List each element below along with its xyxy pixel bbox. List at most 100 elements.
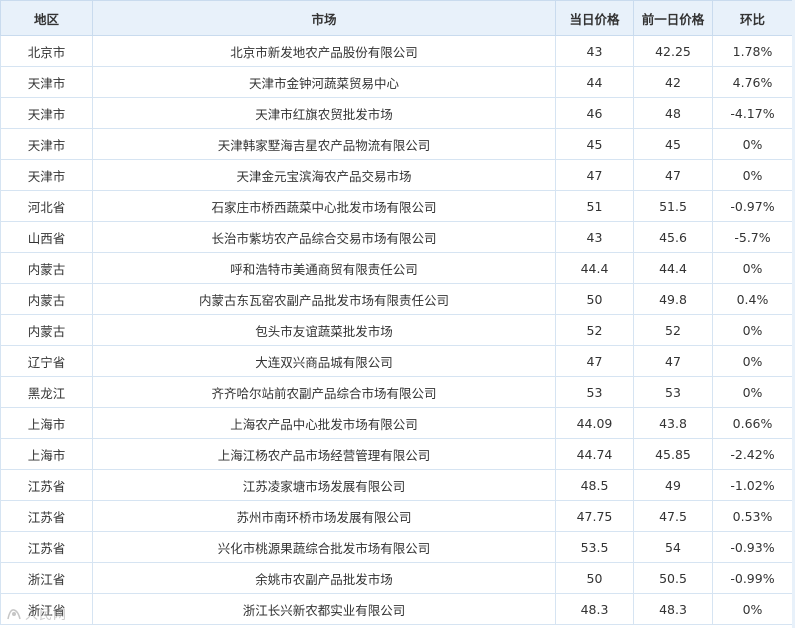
- cell-today-price: 47: [555, 345, 634, 377]
- table-row: 浙江省 余姚市农副产品批发市场 50 50.5 -0.99%: [0, 562, 793, 594]
- cell-change-ratio: 1.78%: [712, 35, 793, 67]
- cell-today-price: 47.75: [555, 500, 634, 532]
- cell-change-ratio: -1.02%: [712, 469, 793, 501]
- cell-previous-price: 47.5: [633, 500, 713, 532]
- cell-change-ratio: -5.7%: [712, 221, 793, 253]
- cell-change-ratio: 0%: [712, 128, 793, 160]
- cell-region: 上海市: [0, 407, 93, 439]
- cell-previous-price: 42.25: [633, 35, 713, 67]
- cell-previous-price: 52: [633, 314, 713, 346]
- header-previous-price: 前一日价格: [633, 0, 713, 36]
- logo-icon: [6, 607, 22, 621]
- price-table: 地区 市场 当日价格 前一日价格 环比 北京市 北京市新发地农产品股份有限公司 …: [0, 0, 793, 625]
- cell-previous-price: 43.8: [633, 407, 713, 439]
- cell-market: 天津市金钟河蔬菜贸易中心: [92, 66, 556, 98]
- cell-previous-price: 45: [633, 128, 713, 160]
- cell-market: 内蒙古东瓦窑农副产品批发市场有限责任公司: [92, 283, 556, 315]
- cell-today-price: 53: [555, 376, 634, 408]
- cell-previous-price: 44.4: [633, 252, 713, 284]
- cell-previous-price: 49.8: [633, 283, 713, 315]
- cell-today-price: 44.74: [555, 438, 634, 470]
- cell-today-price: 50: [555, 283, 634, 315]
- cell-market: 兴化市桃源果蔬综合批发市场有限公司: [92, 531, 556, 563]
- cell-market: 上海农产品中心批发市场有限公司: [92, 407, 556, 439]
- cell-previous-price: 45.6: [633, 221, 713, 253]
- table-row: 天津市 天津金元宝滨海农产品交易市场 47 47 0%: [0, 159, 793, 191]
- table-row: 北京市 北京市新发地农产品股份有限公司 43 42.25 1.78%: [0, 35, 793, 67]
- table-row: 河北省 石家庄市桥西蔬菜中心批发市场有限公司 51 51.5 -0.97%: [0, 190, 793, 222]
- cell-change-ratio: 0.66%: [712, 407, 793, 439]
- cell-change-ratio: -0.93%: [712, 531, 793, 563]
- cell-change-ratio: -4.17%: [712, 97, 793, 129]
- header-market: 市场: [92, 0, 556, 36]
- cell-market: 呼和浩特市美通商贸有限责任公司: [92, 252, 556, 284]
- cell-today-price: 44.4: [555, 252, 634, 284]
- table-row: 山西省 长治市紫坊农产品综合交易市场有限公司 43 45.6 -5.7%: [0, 221, 793, 253]
- cell-change-ratio: 0.53%: [712, 500, 793, 532]
- cell-today-price: 51: [555, 190, 634, 222]
- table-row: 内蒙古 呼和浩特市美通商贸有限责任公司 44.4 44.4 0%: [0, 252, 793, 284]
- cell-change-ratio: 0%: [712, 376, 793, 408]
- cell-region: 河北省: [0, 190, 93, 222]
- cell-region: 辽宁省: [0, 345, 93, 377]
- table-row: 内蒙古 包头市友谊蔬菜批发市场 52 52 0%: [0, 314, 793, 346]
- table-row: 黑龙江 齐齐哈尔站前农副产品综合市场有限公司 53 53 0%: [0, 376, 793, 408]
- cell-previous-price: 50.5: [633, 562, 713, 594]
- table-row: 江苏省 苏州市南环桥市场发展有限公司 47.75 47.5 0.53%: [0, 500, 793, 532]
- cell-today-price: 43: [555, 35, 634, 67]
- table-row: 天津市 天津市红旗农贸批发市场 46 48 -4.17%: [0, 97, 793, 129]
- cell-market: 江苏凌家塘市场发展有限公司: [92, 469, 556, 501]
- cell-previous-price: 53: [633, 376, 713, 408]
- cell-change-ratio: 0%: [712, 593, 793, 625]
- cell-today-price: 44: [555, 66, 634, 98]
- table-row: 辽宁省 大连双兴商品城有限公司 47 47 0%: [0, 345, 793, 377]
- cell-today-price: 50: [555, 562, 634, 594]
- cell-previous-price: 48: [633, 97, 713, 129]
- header-change-ratio: 环比: [712, 0, 793, 36]
- cell-region: 内蒙古: [0, 252, 93, 284]
- cell-previous-price: 42: [633, 66, 713, 98]
- cell-previous-price: 49: [633, 469, 713, 501]
- cell-change-ratio: -2.42%: [712, 438, 793, 470]
- header-row: 地区 市场 当日价格 前一日价格 环比: [0, 0, 793, 36]
- table-row: 上海市 上海农产品中心批发市场有限公司 44.09 43.8 0.66%: [0, 407, 793, 439]
- cell-region: 天津市: [0, 66, 93, 98]
- cell-market: 上海江杨农产品市场经营管理有限公司: [92, 438, 556, 470]
- table-row: 江苏省 江苏凌家塘市场发展有限公司 48.5 49 -1.02%: [0, 469, 793, 501]
- cell-today-price: 53.5: [555, 531, 634, 563]
- cell-previous-price: 47: [633, 159, 713, 191]
- cell-previous-price: 48.3: [633, 593, 713, 625]
- cell-region: 上海市: [0, 438, 93, 470]
- cell-today-price: 46: [555, 97, 634, 129]
- cell-today-price: 47: [555, 159, 634, 191]
- cell-market: 北京市新发地农产品股份有限公司: [92, 35, 556, 67]
- cell-market: 天津金元宝滨海农产品交易市场: [92, 159, 556, 191]
- cell-change-ratio: 0%: [712, 159, 793, 191]
- cell-today-price: 48.3: [555, 593, 634, 625]
- cell-market: 天津韩家墅海吉星农产品物流有限公司: [92, 128, 556, 160]
- cell-region: 天津市: [0, 159, 93, 191]
- cell-previous-price: 51.5: [633, 190, 713, 222]
- cell-region: 北京市: [0, 35, 93, 67]
- cell-previous-price: 45.85: [633, 438, 713, 470]
- cell-region: 内蒙古: [0, 283, 93, 315]
- cell-market: 浙江长兴新农都实业有限公司: [92, 593, 556, 625]
- cell-region: 天津市: [0, 128, 93, 160]
- cell-market: 大连双兴商品城有限公司: [92, 345, 556, 377]
- cell-region: 江苏省: [0, 500, 93, 532]
- cell-market: 苏州市南环桥市场发展有限公司: [92, 500, 556, 532]
- cell-change-ratio: 0%: [712, 345, 793, 377]
- table-row: 内蒙古 内蒙古东瓦窑农副产品批发市场有限责任公司 50 49.8 0.4%: [0, 283, 793, 315]
- table-row: 浙江省 浙江长兴新农都实业有限公司 48.3 48.3 0%: [0, 593, 793, 625]
- cell-market: 天津市红旗农贸批发市场: [92, 97, 556, 129]
- cell-region: 内蒙古: [0, 314, 93, 346]
- cell-change-ratio: 0%: [712, 252, 793, 284]
- cell-region: 浙江省: [0, 562, 93, 594]
- cell-today-price: 43: [555, 221, 634, 253]
- header-region: 地区: [0, 0, 93, 36]
- table-body: 北京市 北京市新发地农产品股份有限公司 43 42.25 1.78% 天津市 天…: [0, 35, 793, 625]
- cell-previous-price: 47: [633, 345, 713, 377]
- cell-previous-price: 54: [633, 531, 713, 563]
- cell-region: 江苏省: [0, 469, 93, 501]
- table-row: 上海市 上海江杨农产品市场经营管理有限公司 44.74 45.85 -2.42%: [0, 438, 793, 470]
